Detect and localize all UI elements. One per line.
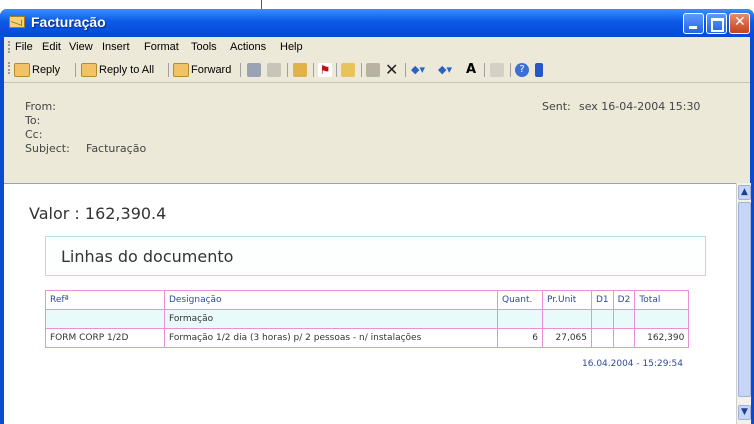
message-header: From: To: Cc: Subject: Facturação Sent: … — [4, 82, 750, 183]
column-header: D2 — [612, 290, 636, 310]
table-header-row: Refª Designação Quant. Pr.Unit D1 D2 Tot… — [45, 290, 690, 310]
close-button[interactable] — [729, 13, 750, 34]
copy-icon[interactable] — [267, 63, 281, 77]
subject-label: Subject: — [25, 142, 70, 155]
vertical-scrollbar[interactable]: ▲ ▼ — [736, 183, 751, 424]
reply-all-label: Reply to All — [99, 64, 155, 76]
toolbar-separator — [484, 63, 485, 77]
menu-grip-icon[interactable] — [8, 41, 12, 53]
title-bar[interactable]: Facturação — [0, 9, 754, 37]
document-lines-table: Refª Designação Quant. Pr.Unit D1 D2 Tot… — [45, 290, 690, 348]
table-cell — [591, 309, 614, 329]
subject-value: Facturação — [86, 142, 147, 155]
junk-mail-icon[interactable] — [366, 63, 380, 77]
menu-bar: File Edit View Insert Format Tools Actio… — [4, 37, 750, 58]
total-cell: 162,390 — [634, 328, 690, 348]
toolbar-separator — [405, 63, 406, 77]
forward-label: Forward — [191, 64, 232, 76]
table-cell — [497, 309, 543, 329]
forward-button[interactable]: Forward — [173, 62, 231, 78]
font-size-icon[interactable]: A — [466, 63, 480, 77]
table-cell — [612, 309, 636, 329]
table-group-row: Formação — [45, 309, 690, 329]
scrollbar-thumb[interactable] — [738, 202, 751, 397]
column-header: Pr.Unit — [542, 290, 592, 310]
toolbar-separator — [287, 63, 288, 77]
table-cell — [542, 309, 592, 329]
window-title: Facturação — [31, 14, 106, 30]
quant-cell: 6 — [497, 328, 543, 348]
toolbar-separator — [168, 63, 169, 77]
table-row: FORM CORP 1/2D Formação 1/2 dia (3 horas… — [45, 328, 690, 348]
group-label: Formação — [164, 309, 498, 329]
reply-icon — [14, 63, 30, 78]
prunit-cell: 27,065 — [542, 328, 592, 348]
follow-up-flag-icon[interactable]: ⚑ — [318, 63, 332, 77]
move-to-folder-icon[interactable] — [293, 63, 307, 77]
d2-cell — [612, 328, 636, 348]
toolbar-separator — [361, 63, 362, 77]
window-client: File Edit View Insert Format Tools Actio… — [4, 37, 751, 424]
toolbar-grip-icon[interactable] — [8, 62, 12, 74]
toolbar-separator — [336, 63, 337, 77]
address-book-icon[interactable] — [490, 63, 504, 77]
section-header-box: Linhas do documento — [45, 236, 706, 276]
reply-all-button[interactable]: Reply to All — [81, 62, 154, 78]
to-label: To: — [25, 114, 41, 127]
message-window: Facturação File Edit View Insert Format … — [0, 9, 754, 424]
minimize-button[interactable] — [683, 13, 704, 34]
move-item-icon[interactable] — [341, 63, 355, 77]
from-label: From: — [25, 100, 56, 113]
toolbar-options-icon[interactable] — [535, 63, 543, 77]
menu-help[interactable]: Help — [280, 41, 303, 53]
sent-value: sex 16-04-2004 15:30 — [579, 100, 701, 113]
menu-actions[interactable]: Actions — [230, 41, 266, 53]
table-cell — [45, 309, 165, 329]
reply-label: Reply — [32, 64, 61, 76]
toolbar-separator — [75, 63, 76, 77]
reply-button[interactable]: Reply — [14, 62, 60, 78]
maximize-button[interactable] — [706, 13, 727, 34]
toolbar: Reply Reply to All Forward ⚑ ✕ ◆▾ ◆▾ A ? — [4, 58, 750, 82]
menu-view[interactable]: View — [69, 41, 93, 53]
print-icon[interactable] — [247, 63, 261, 77]
d1-cell — [591, 328, 614, 348]
next-item-icon[interactable]: ◆▾ — [438, 63, 452, 77]
toolbar-separator — [240, 63, 241, 77]
column-header: Quant. — [497, 290, 543, 310]
forward-icon — [173, 63, 189, 78]
table-cell — [634, 309, 690, 329]
mail-envelope-icon — [9, 16, 25, 28]
document-timestamp: 16.04.2004 - 15:29:54 — [582, 359, 683, 369]
reply-all-icon — [81, 63, 97, 78]
toolbar-separator — [510, 63, 511, 77]
designacao-cell: Formação 1/2 dia (3 horas) p/ 2 pessoas … — [164, 328, 498, 348]
menu-insert[interactable]: Insert — [102, 41, 130, 53]
scroll-up-icon[interactable]: ▲ — [738, 185, 751, 200]
column-header: Total — [634, 290, 690, 310]
menu-edit[interactable]: Edit — [42, 41, 61, 53]
help-icon[interactable]: ? — [515, 63, 529, 77]
delete-icon[interactable]: ✕ — [385, 62, 399, 78]
section-title: Linhas do documento — [61, 247, 234, 266]
menu-format[interactable]: Format — [144, 41, 179, 53]
scroll-down-icon[interactable]: ▼ — [738, 405, 751, 420]
column-header: Designação — [164, 290, 498, 310]
ref-cell: FORM CORP 1/2D — [45, 328, 165, 348]
column-header: D1 — [591, 290, 614, 310]
sent-label: Sent: — [542, 100, 571, 113]
cc-label: Cc: — [25, 128, 43, 141]
menu-tools[interactable]: Tools — [191, 41, 217, 53]
column-header: Refª — [45, 290, 165, 310]
message-body: Valor : 162,390.4 Linhas do documento Re… — [4, 183, 736, 424]
toolbar-separator — [313, 63, 314, 77]
menu-file[interactable]: File — [15, 41, 33, 53]
valor-total: Valor : 162,390.4 — [29, 204, 167, 223]
previous-item-icon[interactable]: ◆▾ — [411, 63, 425, 77]
